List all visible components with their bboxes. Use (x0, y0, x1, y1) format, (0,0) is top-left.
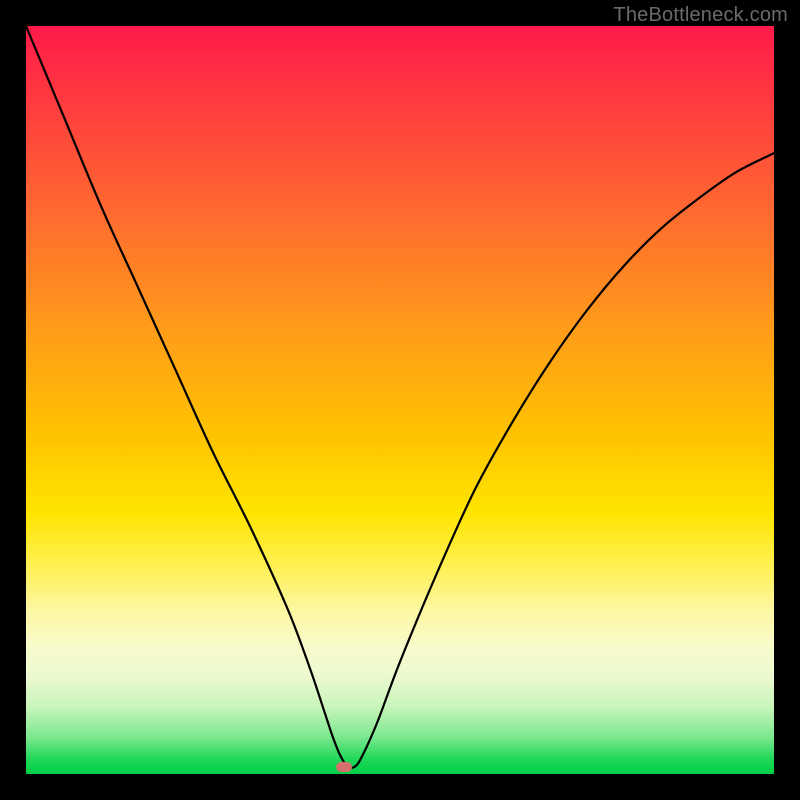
plot-area (26, 26, 774, 774)
optimum-marker (336, 762, 352, 772)
bottleneck-curve (26, 26, 774, 774)
watermark-text: TheBottleneck.com (613, 4, 788, 27)
